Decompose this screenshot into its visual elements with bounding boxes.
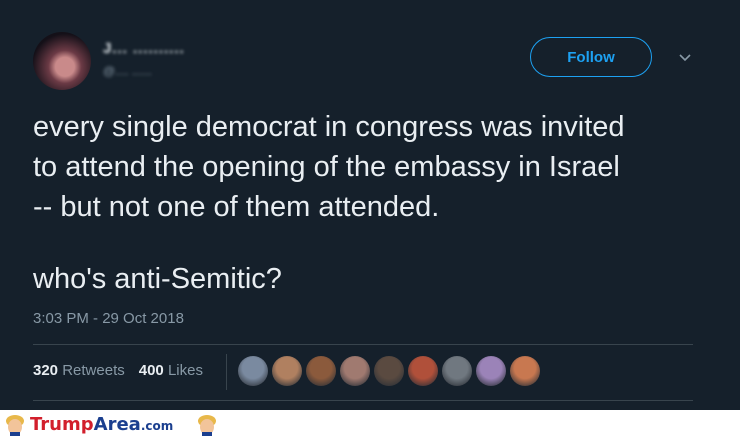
liker-avatar[interactable] xyxy=(306,356,336,386)
divider xyxy=(33,400,693,401)
likes-stat[interactable]: 400 Likes xyxy=(139,362,203,379)
stats-separator xyxy=(226,354,227,390)
liker-avatar[interactable] xyxy=(340,356,370,386)
tweet-card: J... .......... @.... ...... Follow ever… xyxy=(0,0,740,410)
liker-avatar[interactable] xyxy=(374,356,404,386)
chevron-down-icon[interactable] xyxy=(677,52,693,64)
author-handle[interactable]: @.... ...... xyxy=(103,64,152,78)
watermark-footer: TrumpArea.com xyxy=(0,410,740,438)
liker-avatar[interactable] xyxy=(442,356,472,386)
liker-avatar[interactable] xyxy=(476,356,506,386)
author-avatar[interactable] xyxy=(33,32,91,90)
retweets-count: 320 xyxy=(33,362,59,379)
liker-avatars xyxy=(238,356,540,386)
divider xyxy=(33,344,693,345)
trumparea-logo: TrumpArea.com xyxy=(30,414,174,435)
liker-avatar[interactable] xyxy=(272,356,302,386)
author-name[interactable]: J... .......... xyxy=(103,40,185,57)
tweet-line: every single democrat in congress was in… xyxy=(33,111,625,143)
trump-face-icon xyxy=(198,415,216,436)
tweet-question: who's anti-Semitic? xyxy=(33,263,282,295)
liker-avatar[interactable] xyxy=(510,356,540,386)
tweet-line: to attend the opening of the embassy in … xyxy=(33,151,620,183)
retweets-label: Retweets xyxy=(62,362,125,379)
liker-avatar[interactable] xyxy=(408,356,438,386)
retweets-stat[interactable]: 320 Retweets xyxy=(33,362,125,379)
trump-face-icon xyxy=(6,415,24,436)
tweet-text: every single democrat in congress was in… xyxy=(33,107,713,299)
tweet-line: -- but not one of them attended. xyxy=(33,191,440,223)
likes-count: 400 xyxy=(138,362,164,379)
engagement-stats: 320 Retweets 400 Likes xyxy=(33,362,203,379)
tweet-timestamp[interactable]: 3:03 PM - 29 Oct 2018 xyxy=(33,310,184,327)
liker-avatar[interactable] xyxy=(238,356,268,386)
follow-button[interactable]: Follow xyxy=(530,37,652,77)
likes-label: Likes xyxy=(167,362,203,379)
